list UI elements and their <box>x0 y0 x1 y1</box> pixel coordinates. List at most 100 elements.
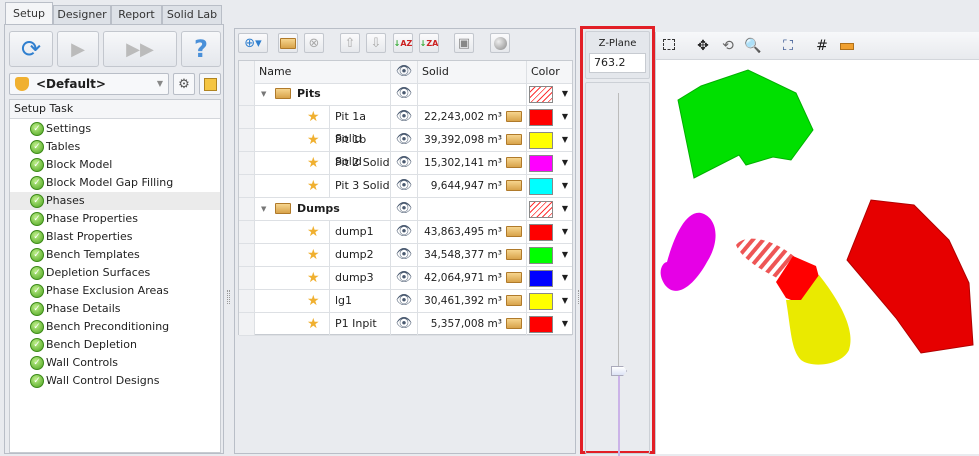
chevron-down-icon[interactable]: ▼ <box>562 313 568 335</box>
table-row[interactable]: ★ dump1 👁 43,863,495 m³ ▼ <box>239 221 572 244</box>
z-plane-input[interactable]: 763.2 <box>589 53 646 73</box>
expand-icon[interactable]: ▼ <box>261 198 266 220</box>
task-item[interactable]: ✓ Bench Depletion <box>10 336 220 354</box>
refresh-button[interactable]: ⟳ <box>9 31 53 67</box>
color-swatch[interactable] <box>529 86 553 103</box>
chevron-down-icon[interactable]: ▼ <box>562 83 568 105</box>
z-plane-slider[interactable] <box>585 82 650 456</box>
expand-icon[interactable]: ▼ <box>261 83 266 105</box>
sort-asc-button[interactable]: ↓AZ <box>393 33 413 53</box>
save-button[interactable]: ▣ <box>454 33 474 53</box>
color-cell[interactable]: ▼ <box>527 221 572 243</box>
task-item[interactable]: ✓ Block Model Gap Filling <box>10 174 220 192</box>
browse-folder-icon[interactable] <box>506 318 522 329</box>
column-name[interactable]: Name <box>255 61 391 83</box>
chevron-down-icon[interactable]: ▼ <box>562 221 568 243</box>
zoom-icon[interactable]: 🔍 <box>743 37 763 55</box>
move-up-button[interactable]: ⇧ <box>340 33 360 53</box>
task-item[interactable]: ✓ Phases <box>10 192 220 210</box>
task-item[interactable]: ✓ Bench Preconditioning <box>10 318 220 336</box>
task-item[interactable]: ✓ Settings <box>10 120 220 138</box>
column-solid[interactable]: Solid <box>418 61 527 83</box>
color-swatch[interactable] <box>529 178 553 195</box>
group-row[interactable]: ▼ Pits 👁 ▼ <box>239 83 572 106</box>
tab-setup[interactable]: Setup <box>5 2 53 25</box>
color-swatch[interactable] <box>529 270 553 287</box>
eye-icon[interactable]: 👁 <box>391 61 418 83</box>
chevron-down-icon[interactable]: ▼ <box>562 244 568 266</box>
eye-icon[interactable]: 👁 <box>391 129 418 151</box>
ruler-icon[interactable] <box>837 37 857 55</box>
color-swatch[interactable] <box>529 132 553 149</box>
chevron-down-icon[interactable]: ▼ <box>562 106 568 128</box>
color-cell[interactable]: ▼ <box>527 152 572 174</box>
chevron-down-icon[interactable]: ▼ <box>562 175 568 197</box>
sort-desc-button[interactable]: ↓ZA <box>419 33 439 53</box>
browse-folder-icon[interactable] <box>506 111 522 122</box>
pan-icon[interactable]: ✥ <box>693 37 713 55</box>
color-cell[interactable]: ▼ <box>527 106 572 128</box>
grid-icon[interactable]: # <box>812 37 832 55</box>
color-swatch[interactable] <box>529 247 553 264</box>
table-row[interactable]: ★ lg1 👁 30,461,392 m³ ▼ <box>239 290 572 313</box>
browse-folder-icon[interactable] <box>506 249 522 260</box>
color-cell[interactable]: ▼ <box>527 313 572 335</box>
settings-button[interactable]: ⚙ <box>173 73 195 95</box>
eye-icon[interactable]: 👁 <box>391 198 418 220</box>
slider-thumb[interactable] <box>611 366 627 376</box>
group-row[interactable]: ▼ Dumps 👁 ▼ <box>239 198 572 221</box>
eye-icon[interactable]: 👁 <box>391 267 418 289</box>
color-swatch[interactable] <box>529 224 553 241</box>
run-all-button[interactable]: ▶▶ <box>103 31 177 67</box>
color-swatch[interactable] <box>529 201 553 218</box>
table-row[interactable]: ★ dump3 👁 42,064,971 m³ ▼ <box>239 267 572 290</box>
eye-icon[interactable]: 👁 <box>391 83 418 105</box>
chevron-down-icon[interactable]: ▼ <box>562 290 568 312</box>
scenario-select[interactable]: <Default> ▼ <box>9 73 169 95</box>
task-item[interactable]: ✓ Wall Controls <box>10 354 220 372</box>
select-box-icon[interactable] <box>659 37 679 55</box>
browse-folder-icon[interactable] <box>506 180 522 191</box>
run-button[interactable]: ▶ <box>57 31 99 67</box>
add-button[interactable]: ⊕▾ <box>238 33 268 53</box>
color-cell[interactable]: ▼ <box>527 175 572 197</box>
color-cell[interactable]: ▼ <box>527 129 572 151</box>
task-item[interactable]: ✓ Phase Properties <box>10 210 220 228</box>
solid-green[interactable] <box>677 69 814 179</box>
color-cell[interactable]: ▼ <box>527 267 572 289</box>
eye-icon[interactable]: 👁 <box>391 244 418 266</box>
browse-folder-icon[interactable] <box>506 157 522 168</box>
splitter-handle[interactable] <box>227 290 230 304</box>
chevron-down-icon[interactable]: ▼ <box>562 267 568 289</box>
tab-report[interactable]: Report <box>111 5 162 25</box>
browse-folder-icon[interactable] <box>506 226 522 237</box>
chevron-down-icon[interactable]: ▼ <box>562 129 568 151</box>
task-item[interactable]: ✓ Phase Details <box>10 300 220 318</box>
solid-magenta[interactable] <box>660 212 716 291</box>
color-swatch[interactable] <box>529 316 553 333</box>
table-row[interactable]: ★ Pit 1a Solid 👁 22,243,002 m³ ▼ <box>239 106 572 145</box>
eye-icon[interactable]: 👁 <box>391 221 418 243</box>
eye-icon[interactable]: 👁 <box>391 106 418 128</box>
task-item[interactable]: ✓ Blast Properties <box>10 228 220 246</box>
move-down-button[interactable]: ⇩ <box>366 33 386 53</box>
render-button[interactable] <box>490 33 510 53</box>
notes-button[interactable] <box>199 73 221 95</box>
delete-button[interactable]: ⊗ <box>304 33 324 53</box>
eye-icon[interactable]: 👁 <box>391 175 418 197</box>
table-row[interactable]: ★ Pit 3 Solid 👁 9,644,947 m³ ▼ <box>239 175 572 198</box>
task-item[interactable]: ✓ Block Model <box>10 156 220 174</box>
table-row[interactable]: ★ Pit 2 Solid 👁 15,302,141 m³ ▼ <box>239 152 572 175</box>
column-color[interactable]: Color <box>527 61 572 83</box>
3d-viewer[interactable]: ✥ ⟲ 🔍 ⛶ # <box>655 32 979 454</box>
eye-icon[interactable]: 👁 <box>391 290 418 312</box>
color-cell[interactable]: ▼ <box>527 290 572 312</box>
tab-designer[interactable]: Designer <box>53 5 111 25</box>
table-row[interactable]: ★ Pit 1b Solid 👁 39,392,098 m³ ▼ <box>239 129 572 168</box>
chevron-down-icon[interactable]: ▼ <box>562 198 568 220</box>
task-item[interactable]: ✓ Bench Templates <box>10 246 220 264</box>
tab-solid-lab[interactable]: Solid Lab <box>162 5 222 25</box>
color-swatch[interactable] <box>529 293 553 310</box>
task-item[interactable]: ✓ Wall Control Designs <box>10 372 220 390</box>
fit-view-icon[interactable]: ⛶ <box>778 37 798 55</box>
